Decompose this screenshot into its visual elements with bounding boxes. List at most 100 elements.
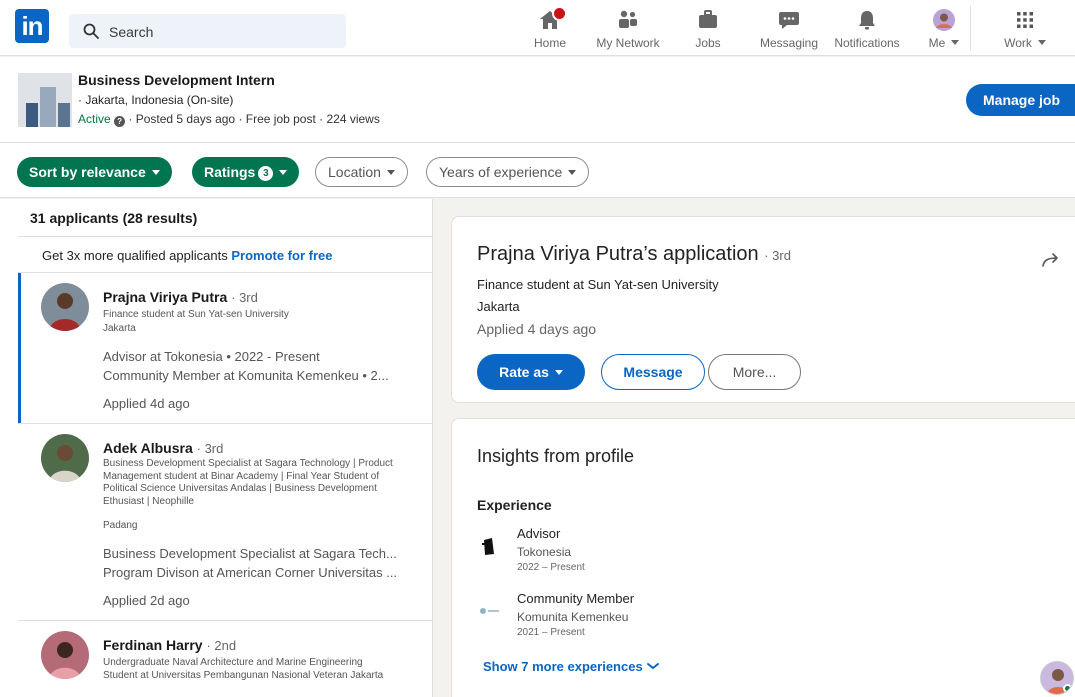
share-icon[interactable] bbox=[1040, 249, 1064, 273]
search-input[interactable]: Search bbox=[109, 24, 153, 40]
messaging-icon bbox=[779, 12, 799, 29]
applicant-applied-date: Applied 4d ago bbox=[103, 396, 190, 411]
promote-for-free-link[interactable]: Promote for free bbox=[231, 248, 332, 263]
applicant-location: Padang bbox=[103, 520, 138, 531]
applicant-experience: Business Development Specialist at Sagar… bbox=[103, 546, 397, 561]
experience-dates: 2021 – Present bbox=[517, 627, 585, 638]
years-of-experience-filter[interactable]: Years of experience bbox=[426, 157, 590, 187]
chevron-down-icon bbox=[279, 170, 288, 175]
ratings-count-badge: 3 bbox=[258, 166, 274, 181]
nav-jobs[interactable]: Jobs bbox=[690, 4, 726, 54]
help-icon[interactable]: ? bbox=[114, 116, 126, 127]
job-company-logo bbox=[18, 73, 72, 127]
nav-notifications-label: Notifications bbox=[834, 36, 900, 50]
experience-title: Community Member bbox=[517, 591, 635, 606]
nav-my-network-label: My Network bbox=[596, 36, 660, 50]
show-more-experiences-link[interactable]: Show 7 more experiences bbox=[483, 659, 660, 674]
applicant-name[interactable]: Ferdinan Harry · 2nd bbox=[103, 637, 236, 653]
applicant-headline: Undergraduate Naval Architecture and Mar… bbox=[103, 657, 384, 681]
profile-avatar bbox=[933, 9, 955, 31]
application-title: Prajna Viriya Putra’s application · 3rd bbox=[477, 243, 791, 265]
nav-notifications[interactable]: Notifications bbox=[830, 4, 904, 54]
nav-work-label: Work bbox=[1000, 36, 1050, 50]
applicant-avatar bbox=[41, 283, 89, 331]
job-header: Business Development Intern · Jakarta, I… bbox=[0, 57, 1075, 143]
applicant-name[interactable]: Prajna Viriya Putra · 3rd bbox=[103, 289, 258, 305]
applicant-location: Jakarta bbox=[103, 323, 136, 334]
promote-banner: Get 3x more qualified applicants Promote… bbox=[42, 248, 333, 263]
applicant-headline: Business Development Specialist at Sagar… bbox=[103, 458, 393, 507]
chevron-down-icon bbox=[1037, 40, 1046, 45]
nav-my-network[interactable]: My Network bbox=[593, 4, 663, 54]
more-button[interactable]: More... bbox=[708, 354, 801, 390]
nav-jobs-label: Jobs bbox=[695, 36, 721, 50]
application-applied-date: Applied 4 days ago bbox=[477, 321, 597, 337]
chevron-down-icon bbox=[554, 370, 563, 375]
applicant-experience: Advisor at Tokonesia • 2022 - Present bbox=[103, 349, 320, 364]
experience-company: Tokonesia bbox=[517, 545, 572, 559]
applicant-headline: Finance student at Sun Yat-sen Universit… bbox=[103, 309, 289, 320]
sort-by-relevance-filter[interactable]: Sort by relevance bbox=[17, 157, 172, 187]
experience-dates: 2022 – Present bbox=[517, 562, 585, 573]
applicant-card[interactable]: Ferdinan Harry · 2nd Undergraduate Naval… bbox=[18, 621, 432, 697]
nav-home[interactable]: Home bbox=[530, 4, 570, 54]
messaging-avatar[interactable] bbox=[1040, 661, 1074, 695]
briefcase-icon bbox=[699, 10, 717, 28]
job-title[interactable]: Business Development Intern bbox=[78, 72, 275, 88]
online-status-dot bbox=[1063, 684, 1072, 693]
manage-job-button[interactable]: Manage job bbox=[966, 84, 1075, 116]
nav-messaging[interactable]: Messaging bbox=[756, 4, 822, 54]
top-nav: in Search Home My Network Jobs Messaging… bbox=[0, 0, 1075, 56]
applicant-list: 31 applicants (28 results) Get 3x more q… bbox=[0, 199, 433, 697]
nav-divider bbox=[970, 6, 971, 50]
applicant-experience: Program Divison at American Corner Unive… bbox=[103, 565, 398, 580]
rate-as-button[interactable]: Rate as bbox=[477, 354, 585, 390]
experience-company: Komunita Kemenkeu bbox=[517, 610, 629, 624]
applicant-applied-date: Applied 2d ago bbox=[103, 593, 190, 608]
application-location: Jakarta bbox=[477, 299, 520, 314]
job-meta: Active ? · Posted 5 days ago · Free job … bbox=[78, 112, 380, 127]
application-headline: Finance student at Sun Yat-sen Universit… bbox=[477, 277, 719, 292]
nav-messaging-label: Messaging bbox=[759, 36, 819, 50]
chevron-down-icon bbox=[951, 40, 960, 45]
grid-icon bbox=[1017, 12, 1033, 28]
location-filter[interactable]: Location bbox=[315, 157, 408, 187]
notification-badge bbox=[552, 6, 567, 21]
nav-me-label: Me bbox=[926, 36, 962, 50]
divider bbox=[18, 236, 432, 237]
chevron-down-icon bbox=[568, 170, 577, 175]
nav-work[interactable]: Work bbox=[1000, 4, 1050, 54]
insights-card: Insights from profile Experience Advisor… bbox=[451, 418, 1075, 697]
applicant-name[interactable]: Adek Albusra · 3rd bbox=[103, 440, 223, 456]
nav-home-label: Home bbox=[533, 36, 566, 50]
message-button[interactable]: Message bbox=[601, 354, 705, 390]
search-icon bbox=[83, 23, 99, 39]
chevron-down-icon bbox=[386, 170, 395, 175]
network-icon bbox=[619, 10, 637, 28]
komunita-kemenkeu-logo bbox=[480, 608, 499, 614]
experience-heading: Experience bbox=[477, 497, 552, 513]
linkedin-logo[interactable]: in bbox=[15, 9, 49, 43]
chevron-down-icon bbox=[647, 663, 660, 670]
job-status: Active bbox=[78, 112, 111, 126]
bell-icon bbox=[859, 11, 875, 30]
job-meta-text: · Posted 5 days ago · Free job post · 22… bbox=[128, 112, 380, 126]
application-card: Prajna Viriya Putra’s application · 3rd … bbox=[451, 216, 1075, 403]
job-location: · Jakarta, Indonesia (On-site) bbox=[78, 93, 234, 107]
experience-title: Advisor bbox=[517, 526, 561, 541]
search-bar[interactable]: Search bbox=[69, 14, 346, 48]
insights-title: Insights from profile bbox=[477, 446, 635, 466]
ratings-filter[interactable]: Ratings 3 bbox=[192, 157, 300, 187]
applicant-card-selected[interactable]: Prajna Viriya Putra · 3rd Finance studen… bbox=[18, 273, 432, 423]
filter-bar: Sort by relevance Ratings 3 Location Year… bbox=[0, 143, 1075, 198]
chevron-down-icon bbox=[151, 170, 160, 175]
nav-me[interactable]: Me bbox=[926, 4, 962, 54]
applicant-experience: Community Member at Komunita Kemenkeu • … bbox=[103, 368, 389, 383]
applicant-avatar bbox=[41, 631, 89, 679]
experience-item: Advisor Tokonesia 2022 – Present bbox=[477, 526, 777, 578]
tokonesia-logo bbox=[482, 538, 494, 555]
selected-indicator bbox=[18, 273, 21, 423]
applicant-card[interactable]: Adek Albusra · 3rd Business Development … bbox=[18, 424, 432, 620]
applicant-avatar bbox=[41, 434, 89, 482]
experience-item: Community Member Komunita Kemenkeu 2021 … bbox=[477, 591, 777, 643]
